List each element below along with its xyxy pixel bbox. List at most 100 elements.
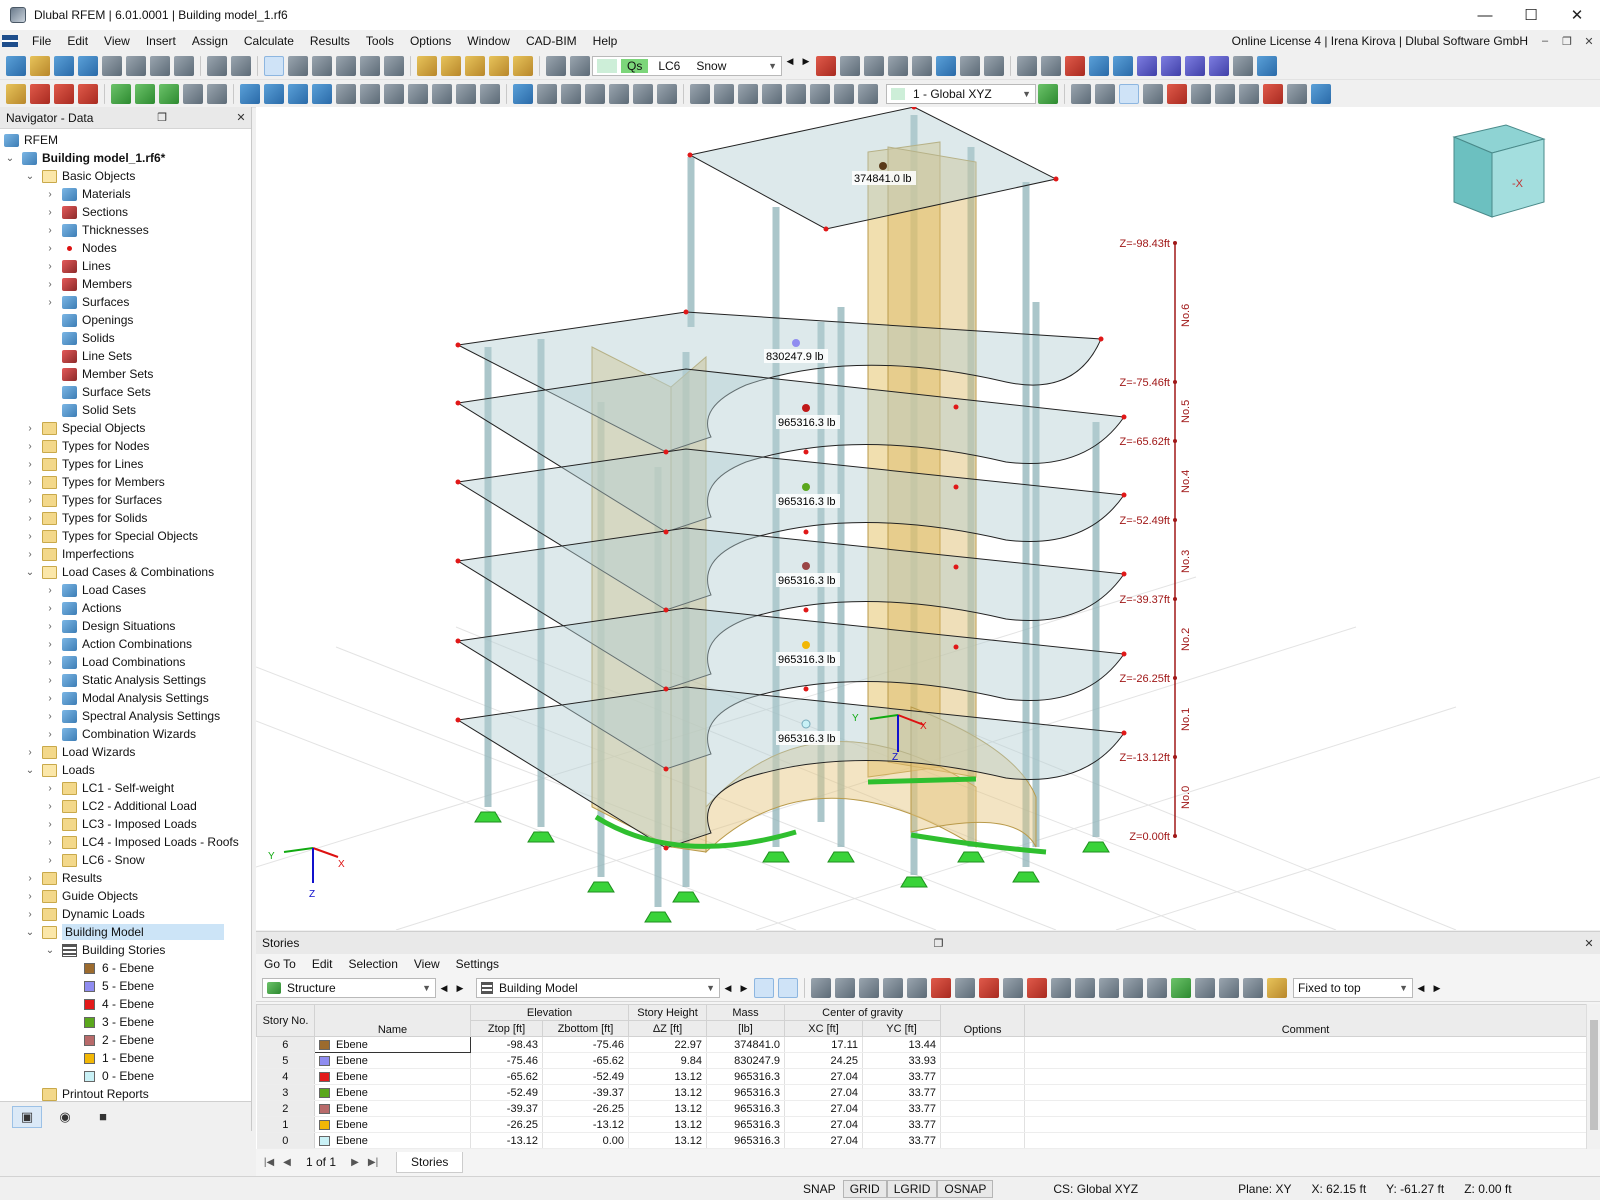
col-story-no[interactable]: Story No. (256, 1004, 315, 1037)
axis-x-icon[interactable] (1137, 55, 1157, 76)
expand-icon[interactable]: › (44, 783, 56, 794)
model-viewport[interactable]: 374841.0 lb 830247.9 lb 965316.3 lb 9653… (256, 107, 1600, 930)
tree-types-lines[interactable]: › Types for Lines (24, 455, 143, 473)
cell-zbottom[interactable]: 0.00 (542, 1132, 630, 1149)
sort-icon[interactable] (1003, 977, 1023, 998)
expand-icon[interactable]: › (24, 549, 36, 560)
tree-types-nodes[interactable]: › Types for Nodes (24, 437, 149, 455)
line-load-icon[interactable] (864, 55, 884, 76)
expand-icon[interactable]: › (44, 189, 56, 200)
menu-results[interactable]: Results (302, 30, 358, 52)
connect-icon[interactable] (456, 83, 476, 104)
list-icon[interactable] (384, 55, 404, 76)
guide-line-icon[interactable] (207, 83, 227, 104)
function-icon[interactable] (1099, 977, 1119, 998)
tree-types-special[interactable]: › Types for Special Objects (24, 527, 198, 545)
tree-lc3[interactable]: › LC3 - Imposed Loads (44, 815, 196, 833)
tree-sections[interactable]: › Sections (44, 203, 128, 221)
cell-ztop[interactable]: -52.49 (470, 1084, 543, 1101)
mirror-icon[interactable] (360, 83, 380, 104)
redo-icon[interactable] (231, 55, 251, 76)
expand-icon[interactable]: › (44, 225, 56, 236)
cell-comment[interactable] (1024, 1036, 1586, 1053)
cell-ztop[interactable]: -65.62 (470, 1068, 543, 1085)
collapse-icon[interactable]: ⌄ (24, 567, 36, 578)
menu-calculate[interactable]: Calculate (236, 30, 302, 52)
osnap-toggle[interactable]: OSNAP (937, 1179, 994, 1198)
lc-next-arrow-icon[interactable]: ▶ (800, 56, 812, 76)
message-icon[interactable] (489, 55, 509, 76)
next-arrow-icon[interactable]: ▶ (738, 978, 750, 998)
prev-page-icon[interactable]: ◀ (278, 1157, 296, 1168)
function-edit-icon[interactable] (1123, 977, 1143, 998)
last-page-icon[interactable]: ▶| (364, 1157, 382, 1168)
calculate-icon[interactable] (417, 55, 437, 76)
cell-xc[interactable]: 27.04 (784, 1116, 864, 1133)
tree-solids[interactable]: Solids (62, 329, 115, 347)
export-icon[interactable] (1027, 977, 1047, 998)
section-cut-icon[interactable] (633, 83, 653, 104)
snap-icon[interactable] (714, 83, 734, 104)
expand-icon[interactable]: › (24, 441, 36, 452)
cell-name[interactable]: Ebene (314, 1052, 471, 1069)
project-icon[interactable] (408, 83, 428, 104)
tree-surfaces[interactable]: › Surfaces (44, 293, 129, 311)
grid-toggle[interactable]: GRID (842, 1179, 887, 1198)
transform-icon[interactable] (1215, 83, 1235, 104)
result-values-icon[interactable] (1041, 55, 1061, 76)
tree-lc6[interactable]: › LC6 - Snow (44, 851, 144, 869)
block-manager-icon[interactable] (102, 55, 122, 76)
expand-icon[interactable]: › (44, 801, 56, 812)
tree-solid-sets[interactable]: Solid Sets (62, 401, 136, 419)
table-row[interactable]: 3 Ebene -52.49 -39.37 13.12 965316.3 27.… (256, 1084, 1586, 1101)
cell-mass[interactable]: 965316.3 (706, 1116, 786, 1133)
expand-icon[interactable]: › (44, 621, 56, 632)
doc-minimize-button[interactable]: – (1534, 35, 1556, 47)
cell-yc[interactable]: 33.93 (862, 1052, 942, 1069)
expand-icon[interactable]: › (44, 243, 56, 254)
table-row[interactable]: 1 Ebene -26.25 -13.12 13.12 965316.3 27.… (256, 1116, 1586, 1133)
minimize-button[interactable]: — (1462, 0, 1508, 30)
tree-load-combinations[interactable]: › Load Combinations (44, 653, 185, 671)
script-icon[interactable] (360, 55, 380, 76)
expand-icon[interactable]: › (44, 279, 56, 290)
tab-stories[interactable]: Stories (396, 1151, 464, 1173)
new-node-icon[interactable] (6, 83, 26, 104)
tree-building-model[interactable]: ⌄ Building Model (24, 923, 224, 941)
web-service-icon[interactable] (78, 55, 98, 76)
member-load-icon[interactable] (888, 55, 908, 76)
properties-icon[interactable] (312, 55, 332, 76)
tree-static-analysis[interactable]: › Static Analysis Settings (44, 671, 206, 689)
display-active-icon[interactable] (1119, 83, 1139, 104)
tree-action-combinations[interactable]: › Action Combinations (44, 635, 192, 653)
filter-selection-icon[interactable] (778, 977, 798, 998)
show-results-icon[interactable] (1065, 55, 1085, 76)
tree-story-0[interactable]: 0 - Ebene (82, 1067, 154, 1085)
expand-icon[interactable]: › (24, 531, 36, 542)
snap-toggle[interactable]: SNAP (796, 1180, 843, 1198)
menu-view[interactable]: View (96, 30, 138, 52)
expand-icon[interactable]: › (44, 639, 56, 650)
cell-comment[interactable] (1024, 1084, 1586, 1101)
next-arrow-icon[interactable]: ▶ (454, 978, 466, 998)
menu-cad-bim[interactable]: CAD-BIM (518, 30, 585, 52)
col-cog[interactable]: Center of gravity (784, 1004, 942, 1021)
navigator-toggle-icon[interactable] (264, 55, 284, 76)
views-tab-icon[interactable]: ■ (88, 1106, 118, 1128)
select-icon[interactable] (240, 83, 260, 104)
close-button[interactable]: ✕ (1554, 0, 1600, 30)
cell-ztop[interactable]: -39.37 (470, 1100, 543, 1117)
ortho-icon[interactable] (810, 83, 830, 104)
mirror-view-icon[interactable] (1239, 83, 1259, 104)
cell-zbottom[interactable]: -52.49 (542, 1068, 630, 1085)
solid-model-icon[interactable] (561, 83, 581, 104)
scrollbar-thumb[interactable] (1590, 1020, 1598, 1130)
expand-icon[interactable]: › (44, 693, 56, 704)
tree-line-sets[interactable]: Line Sets (62, 347, 132, 365)
doc-restore-button[interactable]: ❐ (1556, 35, 1578, 48)
coordinate-system-icon[interactable] (786, 83, 806, 104)
grid-points-icon[interactable] (1095, 83, 1115, 104)
col-xc[interactable]: XC [ft] (784, 1020, 864, 1037)
copy-row-icon[interactable] (883, 977, 903, 998)
menu-tools[interactable]: Tools (358, 30, 402, 52)
